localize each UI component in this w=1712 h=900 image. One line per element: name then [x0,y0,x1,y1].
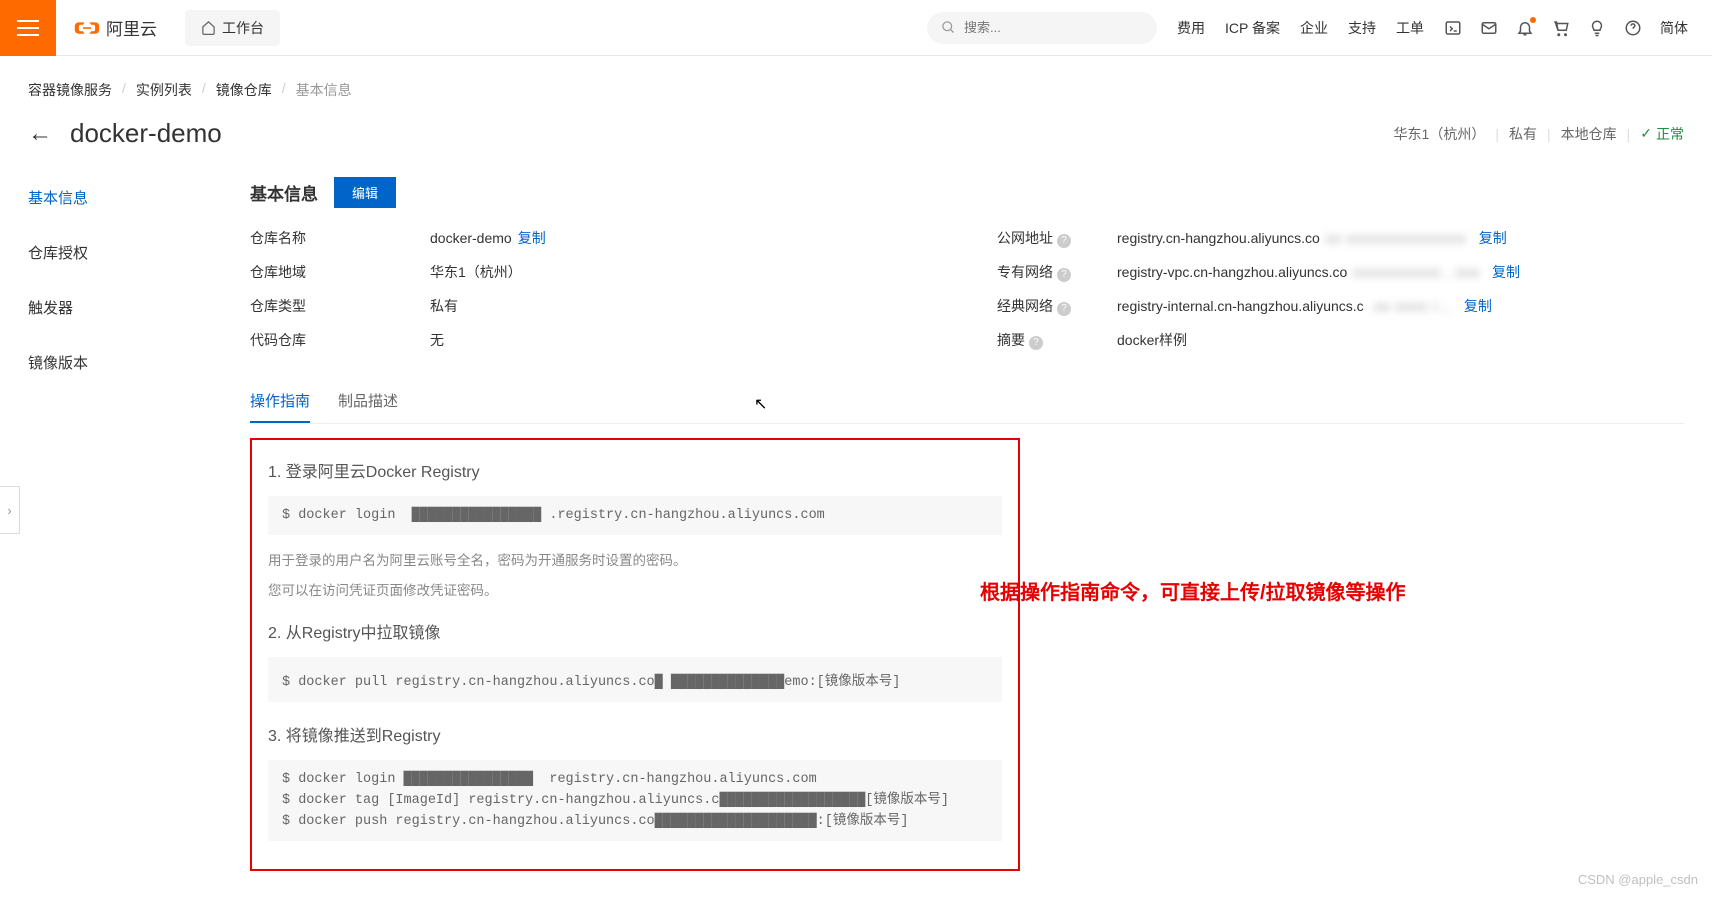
crumb-instances[interactable]: 实例列表 [136,80,192,100]
code-push: $ docker login ████████████████ registry… [268,760,1002,841]
nav-image-versions[interactable]: 镜像版本 [28,342,226,383]
val-repo-region: 华东1（杭州） [430,262,997,282]
tab-artifact-desc[interactable]: 制品描述 [338,380,398,423]
help-icon[interactable]: ? [1029,336,1043,350]
copy-repo-name[interactable]: 复制 [518,230,546,246]
search-icon [941,20,956,35]
tab-guide[interactable]: 操作指南 [250,380,310,423]
title-meta: 华东1（杭州）| 私有| 本地仓库| 正常 [1394,124,1684,144]
meta-region: 华东1（杭州） [1394,124,1486,144]
search-wrap [927,12,1157,44]
language-switch[interactable]: 简体 [1660,18,1688,38]
cloudshell-icon[interactable] [1444,19,1462,37]
crumb-current: 基本信息 [296,80,352,100]
panel-head: 基本信息 编辑 [250,177,1684,208]
lbl-summary: 摘要? [997,330,1117,350]
side-expand-toggle[interactable]: › [0,486,20,534]
tips-icon[interactable] [1588,19,1606,37]
val-repo-type: 私有 [430,296,997,316]
lbl-code-repo: 代码仓库 [250,330,430,350]
top-links: 费用 ICP 备案 企业 支持 工单 [1177,18,1444,38]
link-enterprise[interactable]: 企业 [1300,18,1328,38]
hamburger-menu-button[interactable] [0,0,56,56]
guide-title-2: 2. 从Registry中拉取镜像 [268,619,1002,643]
nav-basic-info[interactable]: 基本信息 [28,177,226,218]
alibaba-cloud-icon [74,15,100,41]
help-icon[interactable]: ? [1057,234,1071,248]
guide-box: 1. 登录阿里云Docker Registry $ docker login █… [250,438,1020,871]
guide-title-3: 3. 将镜像推送到Registry [268,722,1002,746]
title-row: ← docker-demo 华东1（杭州）| 私有| 本地仓库| 正常 [28,118,1684,149]
link-ticket[interactable]: 工单 [1396,18,1424,38]
meta-repo-type: 本地仓库 [1561,124,1617,144]
message-icon[interactable] [1480,19,1498,37]
side-nav: 基本信息 仓库授权 触发器 镜像版本 [28,177,226,871]
lbl-repo-region: 仓库地域 [250,262,430,282]
topbar: 阿里云 工作台 费用 ICP 备案 企业 支持 工单 简体 [0,0,1712,56]
panel-title: 基本信息 [250,180,318,205]
inner-tabs: 操作指南 制品描述 [250,380,1684,424]
val-classic-addr: registry-internal.cn-hangzhou.aliyuncs.c… [1117,296,1477,316]
edit-button[interactable]: 编辑 [334,177,396,208]
content: 基本信息 编辑 仓库名称 docker-demo复制 公网地址? registr… [226,177,1684,871]
crumb-repos[interactable]: 镜像仓库 [216,80,272,100]
code-login: $ docker login ████████████████ .registr… [268,496,1002,535]
link-billing[interactable]: 费用 [1177,18,1205,38]
nav-trigger[interactable]: 触发器 [28,287,226,328]
lbl-public-addr: 公网地址? [997,228,1117,248]
info-grid: 仓库名称 docker-demo复制 公网地址? registry.cn-han… [250,228,1684,350]
brand-text: 阿里云 [106,15,157,40]
workbench-label: 工作台 [222,18,264,38]
help-icon[interactable]: ? [1057,302,1071,316]
link-icp[interactable]: ICP 备案 [1225,18,1280,38]
cart-icon[interactable] [1552,19,1570,37]
val-public-addr: registry.cn-hangzhou.aliyuncs.coxx xxxxx… [1117,228,1477,248]
val-code-repo: 无 [430,330,997,350]
code-pull: $ docker pull registry.cn-hangzhou.aliyu… [268,657,1002,702]
lbl-repo-name: 仓库名称 [250,228,430,248]
page-title: docker-demo [70,118,222,149]
back-arrow[interactable]: ← [28,120,52,148]
help-icon[interactable] [1624,19,1642,37]
page: › ↖ 容器镜像服务/ 实例列表/ 镜像仓库/ 基本信息 ← docker-de… [0,56,1712,900]
search-input[interactable] [964,20,1143,35]
lbl-classic-addr: 经典网络? [997,296,1117,316]
guide-section-2: 2. 从Registry中拉取镜像 $ docker pull registry… [268,619,1002,702]
guide-title-1: 1. 登录阿里云Docker Registry [268,458,1002,482]
brand-logo[interactable]: 阿里云 [56,15,175,41]
breadcrumb: 容器镜像服务/ 实例列表/ 镜像仓库/ 基本信息 [28,80,1684,100]
top-icons: 简体 [1444,18,1712,38]
val-vpc-addr: registry-vpc.cn-hangzhou.aliyuncs.coxxxx… [1117,262,1477,282]
status-badge: 正常 [1640,124,1684,144]
lbl-repo-type: 仓库类型 [250,296,430,316]
guide-section-3: 3. 将镜像推送到Registry $ docker login ███████… [268,722,1002,841]
notification-icon[interactable] [1516,19,1534,37]
guide-section-1: 1. 登录阿里云Docker Registry $ docker login █… [268,458,1002,599]
meta-visibility: 私有 [1509,124,1537,144]
link-support[interactable]: 支持 [1348,18,1376,38]
home-icon [201,20,216,35]
help-icon[interactable]: ? [1057,268,1071,282]
copy-vpc-addr[interactable]: 复制 [1492,262,1520,282]
guide-note-1b: 您可以在访问凭证页面修改凭证密码。 [268,579,1002,599]
workbench-button[interactable]: 工作台 [185,10,280,46]
search-box[interactable] [927,12,1157,44]
val-summary: docker样例 [1117,330,1684,350]
watermark: CSDN @apple_csdn [1578,872,1698,887]
copy-public-addr[interactable]: 复制 [1479,228,1507,248]
nav-repo-auth[interactable]: 仓库授权 [28,232,226,273]
lbl-vpc-addr: 专有网络? [997,262,1117,282]
val-repo-name: docker-demo复制 [430,228,997,248]
crumb-service[interactable]: 容器镜像服务 [28,80,112,100]
annotation-text: 根据操作指南命令，可直接上传/拉取镜像等操作 [980,576,1406,605]
guide-note-1a: 用于登录的用户名为阿里云账号全名，密码为开通服务时设置的密码。 [268,549,1002,569]
copy-classic-addr[interactable]: 复制 [1464,296,1492,316]
